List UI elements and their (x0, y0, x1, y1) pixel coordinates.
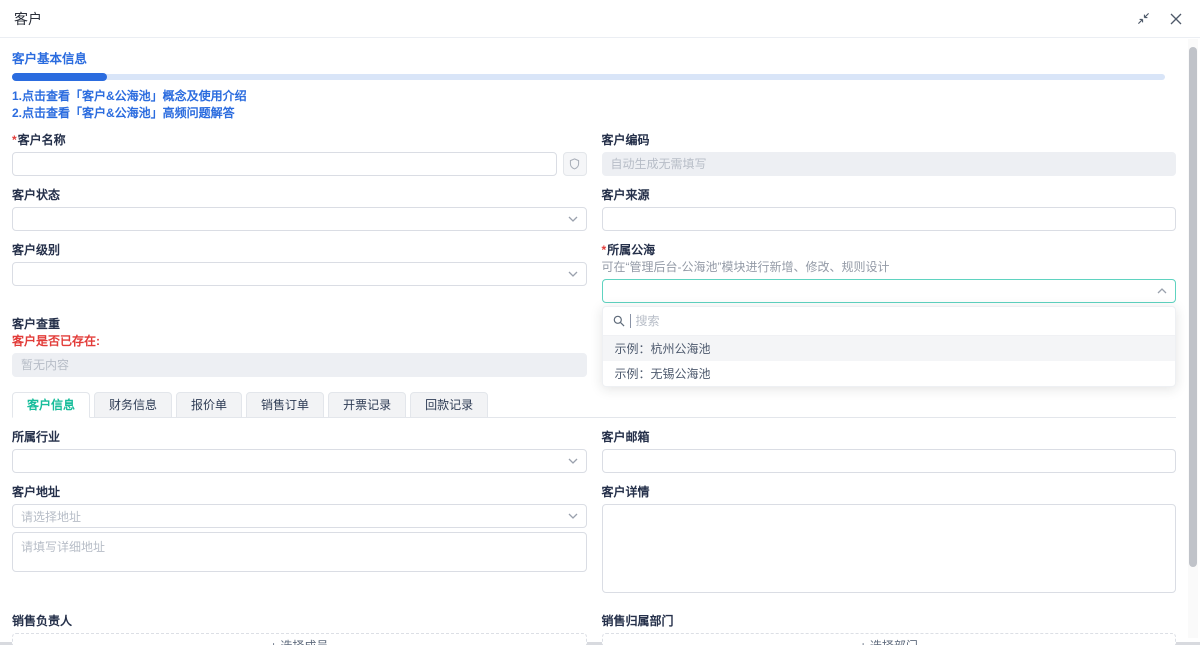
chevron-down-icon (568, 513, 578, 519)
dropdown-search (602, 307, 1175, 336)
industry-label: 所属行业 (12, 430, 61, 444)
select-member-button[interactable]: + 选择成员 (12, 633, 587, 645)
close-icon (1170, 13, 1182, 25)
tab-payment-record[interactable]: 回款记录 (410, 392, 489, 418)
collapse-button[interactable] (1137, 12, 1150, 25)
help-link-faq[interactable]: 2.点击查看「客户&公海池」高频问题解答 (12, 106, 1176, 121)
field-dup-check: 客户查重 客户是否已存在: (12, 317, 587, 377)
modal-header: 客户 (0, 0, 1200, 38)
field-customer-status: 客户状态 (12, 188, 587, 231)
field-customer-code: 客户编码 (601, 133, 1176, 176)
address-label: 客户地址 (12, 485, 61, 499)
collapse-icon (1137, 12, 1150, 25)
tab-invoice-record[interactable]: 开票记录 (328, 392, 407, 418)
address-select[interactable]: 请选择地址 (12, 504, 587, 528)
customer-status-label: 客户状态 (12, 188, 61, 202)
progress-bar-fill (12, 73, 107, 81)
tab-quotation[interactable]: 报价单 (176, 392, 243, 418)
tab-customer-info[interactable]: 客户信息 (12, 392, 91, 418)
customer-name-input[interactable] (12, 152, 557, 176)
duplicate-check-button[interactable] (562, 152, 587, 176)
sales-owner-label: 销售负责人 (12, 614, 73, 628)
progress-bar (12, 73, 1165, 81)
dropdown-option-hangzhou[interactable]: 示例：杭州公海池 (602, 336, 1175, 361)
dropdown-search-input[interactable] (635, 314, 1165, 328)
customer-source-input[interactable] (601, 207, 1176, 231)
field-sales-dept: 销售归属部门 + 选择部门 (601, 614, 1176, 645)
tab-finance-info[interactable]: 财务信息 (94, 392, 173, 418)
field-customer-level: 客户级别 (12, 243, 587, 286)
section-title: 客户基本信息 (12, 52, 88, 66)
customer-detail-label: 客户详情 (601, 485, 650, 499)
field-email: 客户邮箱 (601, 430, 1176, 473)
field-industry: 所属行业 (12, 430, 587, 473)
help-link-concept[interactable]: 1.点击查看「客户&公海池」概念及使用介绍 (12, 89, 1176, 104)
public-sea-dropdown: 示例：杭州公海池 示例：无锡公海池 (601, 306, 1176, 387)
required-mark: * (12, 133, 17, 147)
detail-tabs: 客户信息 财务信息 报价单 销售订单 开票记录 回款记录 (12, 391, 1176, 418)
customer-code-input (601, 152, 1176, 176)
dropdown-option-wuxi[interactable]: 示例：无锡公海池 (603, 361, 1176, 386)
scrollbar (1188, 39, 1198, 638)
required-mark: * (601, 243, 607, 257)
select-department-button[interactable]: + 选择部门 (601, 633, 1176, 645)
public-sea-label: 所属公海 (607, 243, 656, 257)
dup-check-result (12, 353, 587, 377)
chevron-up-icon (1157, 288, 1167, 294)
field-customer-detail: 客户详情 (601, 485, 1176, 598)
modal-body: 客户基本信息 1.点击查看「客户&公海池」概念及使用介绍 2.点击查看「客户&公… (0, 38, 1200, 645)
close-button[interactable] (1170, 13, 1182, 25)
dup-check-hint: 客户是否已存在: (12, 334, 100, 348)
industry-select[interactable] (12, 449, 587, 473)
modal-title: 客户 (14, 10, 42, 27)
chevron-down-icon (568, 458, 578, 464)
text-cursor (629, 314, 631, 328)
field-public-sea: * 所属公海 可在“管理后台-公海池”模块进行新增、修改、规则设计 搜索 示例：… (601, 243, 1176, 387)
customer-name-label: 客户名称 (17, 133, 66, 147)
shield-icon (569, 158, 580, 170)
field-sales-owner: 销售负责人 + 选择成员 (12, 614, 587, 645)
customer-code-label: 客户编码 (601, 133, 650, 147)
search-icon (613, 315, 625, 327)
field-customer-name: * 客户名称 (12, 133, 587, 176)
address-select-placeholder: 请选择地址 (21, 509, 82, 524)
help-links: 1.点击查看「客户&公海池」概念及使用介绍 2.点击查看「客户&公海池」高频问题… (12, 89, 1176, 121)
dup-check-label: 客户查重 (12, 317, 61, 331)
public-sea-select[interactable] (601, 279, 1176, 303)
field-customer-source: 客户来源 (601, 188, 1176, 231)
email-label: 客户邮箱 (601, 430, 650, 444)
tab-sales-order[interactable]: 销售订单 (246, 392, 325, 418)
address-detail-textarea[interactable] (12, 532, 587, 572)
chevron-down-icon (568, 271, 578, 277)
sales-dept-label: 销售归属部门 (601, 614, 674, 628)
email-input[interactable] (601, 449, 1176, 473)
customer-source-label: 客户来源 (601, 188, 650, 202)
customer-level-label: 客户级别 (12, 243, 61, 257)
public-sea-helper: 可在“管理后台-公海池”模块进行新增、修改、规则设计 (601, 260, 890, 274)
customer-detail-textarea[interactable] (601, 504, 1176, 593)
scrollbar-thumb[interactable] (1189, 47, 1197, 567)
customer-level-select[interactable] (12, 262, 587, 286)
field-address: 客户地址 请选择地址 (12, 485, 587, 577)
customer-status-select[interactable] (12, 207, 587, 231)
chevron-down-icon (568, 216, 578, 222)
customer-form-modal: 客户 客户基本信息 1.点击查看「客户&公海池」概念及使用介绍 2.点击查看「客… (0, 0, 1200, 645)
